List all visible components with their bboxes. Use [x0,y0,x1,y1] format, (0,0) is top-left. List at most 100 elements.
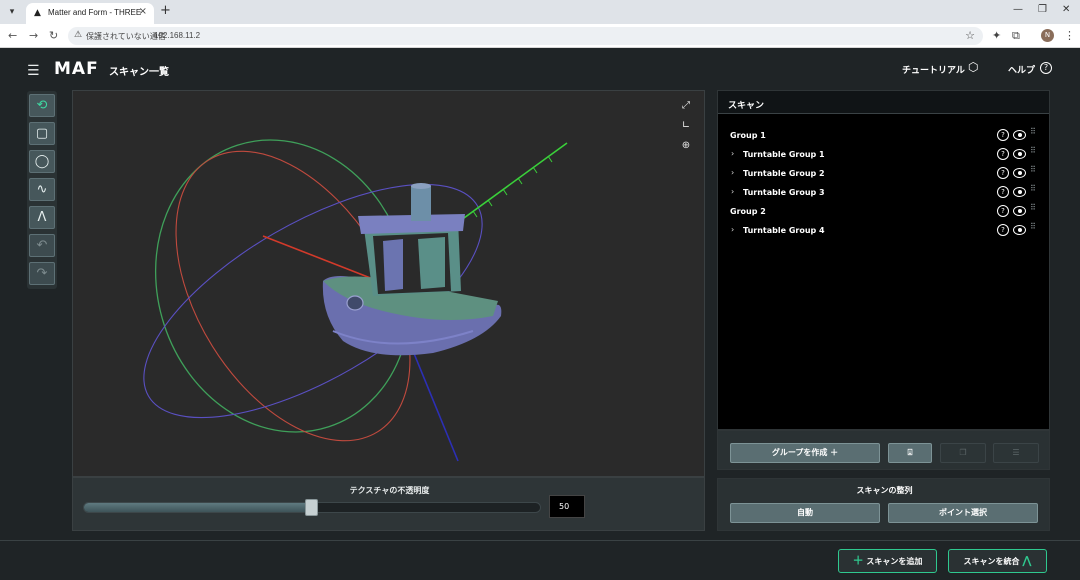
box-select-tool-icon[interactable]: ▢ [29,122,55,145]
merge-scan-label: スキャンを統合 [963,557,1020,566]
forward-icon[interactable]: → [29,29,38,42]
tree-group-row[interactable]: Group 2? ⠿ [718,203,1049,221]
back-icon[interactable]: ← [8,29,17,42]
merge-icon: ⋀ [1022,554,1032,567]
footer-bar: ＋ スキャンを追加 スキャンを統合 ⋀ [0,540,1080,580]
scan-model-view[interactable] [73,91,704,476]
page-title: スキャン一覧 [109,67,169,78]
export-icon[interactable]: ⍗ [888,443,932,463]
warning-icon: ⚠ [74,30,83,40]
tab-close-icon[interactable]: × [139,6,147,17]
3d-viewport[interactable] [72,90,705,477]
plus-icon: ＋ [852,554,864,567]
extension-icon[interactable]: ✦ [992,29,1001,42]
auto-align-button[interactable]: 自動 [730,503,880,523]
visibility-eye-icon[interactable] [1013,130,1026,140]
profile-avatar[interactable]: N [1041,29,1054,42]
lasso-tool-icon[interactable]: ◯ [29,150,55,173]
add-scan-button[interactable]: ＋ スキャンを追加 [838,549,937,573]
tab-list-icon[interactable]: ▾ [4,4,20,20]
window-close-icon[interactable]: ✕ [1062,4,1070,15]
create-group-button[interactable]: グループを作成 ＋ [730,443,880,463]
drag-handle-icon[interactable]: ⠿ [1030,128,1036,136]
tree-item-label: Group 1 [730,131,766,140]
help-question-icon[interactable]: ? [997,205,1009,217]
tutorial-link[interactable]: チュートリアル [902,63,965,76]
scan-panel-title: スキャン [728,101,765,111]
browser-toolbar: ← → ↻ ⚠ 保護されていない通信 192.168.11.2 ☆ ✦ ⧉ ⋮ [0,24,1080,48]
tab-title: Matter and Form - THREE [48,8,142,17]
group-toolbar: グループを作成 ＋ ⍗ ❐ ☰ [717,430,1050,470]
bookmark-star-icon[interactable]: ☆ [965,29,975,42]
opacity-slider-thumb[interactable] [305,499,318,516]
visibility-eye-icon[interactable] [1013,206,1026,216]
help-question-icon[interactable]: ? [997,224,1009,236]
tree-item-label: Turntable Group 2 [743,169,825,178]
help-question-icon[interactable]: ? [997,186,1009,198]
tree-turntable-row[interactable]: › Turntable Group 2? ⠿ [718,165,1049,183]
browser-tabbar: ▾ ▲ Matter and Form - THREE × + — ❐ ✕ [0,0,1080,24]
visibility-eye-icon[interactable] [1013,225,1026,235]
help-question-icon[interactable]: ? [997,148,1009,160]
maf-favicon-icon: ▲ [34,8,41,18]
fit-view-icon[interactable]: ⤢ [678,98,694,114]
scan-panel: スキャン Group 1? ⠿ › Turntable Group 1? ⠿ › Turnt… [717,90,1050,430]
hamburger-menu-icon[interactable]: ☰ [27,63,40,79]
tree-turntable-row[interactable]: › Turntable Group 1? ⠿ [718,146,1049,164]
redo-icon[interactable]: ↷ [29,262,55,285]
scan-panel-header: スキャン [718,91,1049,114]
merge-scan-button[interactable]: スキャンを統合 ⋀ [948,549,1047,573]
maf-logo: MAF [54,59,99,79]
app-header: ☰ MAF スキャン一覧 チュートリアル ⬡ ヘルプ ? [0,48,1080,90]
chevron-right-icon[interactable]: › [731,168,734,177]
texture-opacity-panel: テクスチャの不透明度 50 [72,477,705,531]
visibility-eye-icon[interactable] [1013,149,1026,159]
tree-turntable-row[interactable]: › Turntable Group 3? ⠿ [718,184,1049,202]
visibility-eye-icon[interactable] [1013,187,1026,197]
minimize-icon[interactable]: — [1013,4,1023,15]
rotate-tool-icon[interactable]: ⟲ [29,94,55,117]
drag-handle-icon[interactable]: ⠿ [1030,204,1036,212]
chevron-right-icon[interactable]: › [731,225,734,234]
help-question-icon[interactable]: ? [997,167,1009,179]
point-select-button[interactable]: ポイント選択 [888,503,1038,523]
reload-icon[interactable]: ↻ [49,29,58,42]
restore-icon[interactable]: ❐ [1038,4,1047,15]
help-question-icon[interactable]: ? [997,129,1009,141]
axis-z[interactable] [412,350,459,462]
browser-menu-icon[interactable]: ⋮ [1064,29,1075,42]
chevron-right-icon[interactable]: › [731,149,734,158]
opacity-value-input[interactable]: 50 [549,495,585,518]
tree-item-label: Turntable Group 3 [743,188,825,197]
tree-turntable-row[interactable]: › Turntable Group 4? ⠿ [718,222,1049,240]
align-panel-title: スキャンの整列 [856,486,913,495]
tree-item-label: Turntable Group 1 [743,150,825,159]
brush-tool-icon[interactable]: ∿ [29,178,55,201]
tool-palette: ⟲ ▢ ◯ ∿ Λ ↶ ↷ [27,91,57,289]
puzzle-extensions-icon[interactable]: ⧉ [1012,29,1020,43]
add-scan-label: スキャンを追加 [866,557,923,566]
visibility-eye-icon[interactable] [1013,168,1026,178]
tree-group-row[interactable]: Group 1? ⠿ [718,127,1049,145]
drag-handle-icon[interactable]: ⠿ [1030,166,1036,174]
url-text[interactable]: 192.168.11.2 [154,31,200,40]
help-link[interactable]: ヘルプ [1008,63,1035,76]
scan-align-panel: スキャンの整列 自動 ポイント選択 [717,478,1050,531]
opacity-slider-fill [84,503,312,512]
tutorial-box-icon[interactable]: ⬡ [968,60,978,74]
undo-icon[interactable]: ↶ [29,234,55,257]
measure-tool-icon[interactable]: Λ [29,206,55,229]
drag-handle-icon[interactable]: ⠿ [1030,185,1036,193]
chevron-right-icon[interactable]: › [731,187,734,196]
duplicate-icon[interactable]: ❐ [940,443,986,463]
browser-tab[interactable]: ▲ Matter and Form - THREE × [26,3,154,24]
delete-icon[interactable]: ☰ [993,443,1039,463]
drag-handle-icon[interactable]: ⠿ [1030,147,1036,155]
address-bar[interactable]: ⚠ 保護されていない通信 192.168.11.2 ☆ [68,27,983,45]
help-question-icon[interactable]: ? [1040,62,1052,74]
drag-handle-icon[interactable]: ⠿ [1030,223,1036,231]
recenter-icon[interactable]: ⊕ [678,138,694,154]
tree-item-label: Group 2 [730,207,766,216]
new-tab-button[interactable]: + [160,3,171,18]
axes-icon[interactable]: ∟ [678,118,694,134]
